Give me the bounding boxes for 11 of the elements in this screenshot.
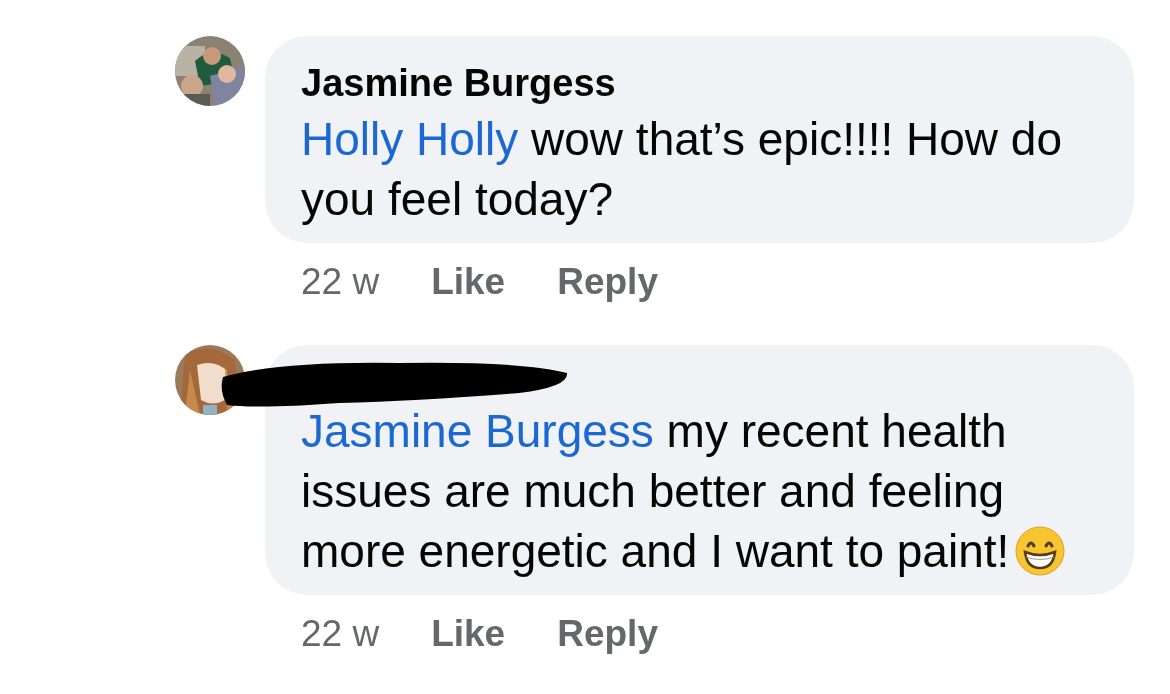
- author-name[interactable]: Jasmine Burgess: [301, 62, 1096, 105]
- mention-link[interactable]: Holly Holly: [301, 113, 519, 165]
- action-link[interactable]: Like: [431, 261, 506, 303]
- action-link[interactable]: Like: [431, 613, 506, 655]
- timestamp: 22 w: [301, 261, 380, 303]
- action-link[interactable]: Reply: [557, 261, 658, 303]
- action-link[interactable]: Reply: [557, 613, 658, 655]
- comment-text: Holly Holly wow that’s epic!!!! How do you feel today?: [301, 112, 1063, 227]
- comment-text: Jasmine Burgess my recent health issues are much better and feeling more energetic and I want to paint!: [301, 401, 1096, 581]
- mention-link[interactable]: Jasmine Burgess: [301, 405, 654, 457]
- timestamp: 22 w: [301, 613, 380, 655]
